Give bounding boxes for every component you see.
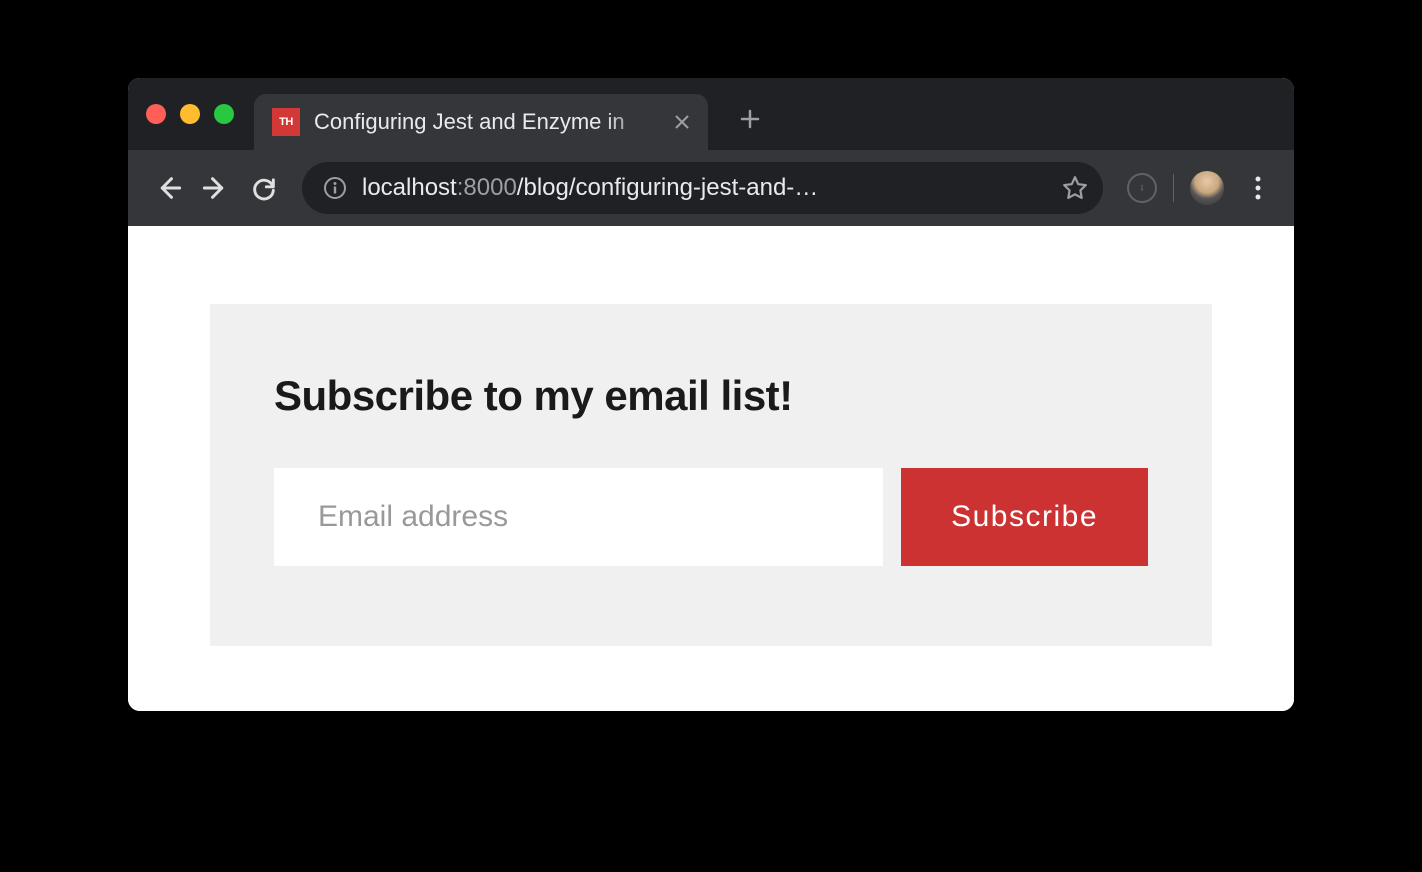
toolbar-right	[1127, 170, 1276, 206]
subscribe-card: Subscribe to my email list! Subscribe	[210, 304, 1212, 646]
site-info-icon[interactable]	[322, 175, 348, 201]
back-button[interactable]	[146, 166, 190, 210]
profile-avatar[interactable]	[1190, 171, 1224, 205]
subscribe-form: Subscribe	[274, 468, 1148, 566]
subscribe-heading: Subscribe to my email list!	[274, 372, 1148, 420]
window-minimize-button[interactable]	[180, 104, 200, 124]
tab-title: Configuring Jest and Enzyme in	[314, 109, 656, 135]
toolbar-divider	[1173, 174, 1174, 202]
bookmark-star-icon[interactable]	[1055, 168, 1095, 208]
browser-menu-icon[interactable]	[1240, 170, 1276, 206]
browser-tab[interactable]: TH Configuring Jest and Enzyme in	[254, 94, 708, 150]
url-path: /blog/configuring-jest-and-…	[517, 174, 819, 201]
url-host: localhost	[362, 174, 457, 201]
address-bar[interactable]: localhost:8000/blog/configuring-jest-and…	[302, 162, 1103, 214]
tabs-area: TH Configuring Jest and Enzyme in	[254, 78, 1294, 150]
browser-window: TH Configuring Jest and Enzyme in	[128, 78, 1294, 711]
url-text: localhost:8000/blog/configuring-jest-and…	[362, 174, 1041, 202]
close-tab-icon[interactable]	[670, 110, 694, 134]
window-close-button[interactable]	[146, 104, 166, 124]
tab-bar: TH Configuring Jest and Enzyme in	[128, 78, 1294, 150]
forward-button[interactable]	[194, 166, 238, 210]
subscribe-button[interactable]: Subscribe	[901, 468, 1148, 566]
browser-toolbar: localhost:8000/blog/configuring-jest-and…	[128, 150, 1294, 226]
url-port: :8000	[457, 174, 517, 201]
reload-button[interactable]	[242, 166, 286, 210]
window-maximize-button[interactable]	[214, 104, 234, 124]
page-content: Subscribe to my email list! Subscribe	[128, 226, 1294, 711]
window-controls	[146, 104, 234, 124]
tab-favicon: TH	[272, 108, 300, 136]
email-input[interactable]	[274, 468, 883, 566]
new-tab-button[interactable]	[730, 99, 770, 139]
extension-icon[interactable]	[1127, 173, 1157, 203]
